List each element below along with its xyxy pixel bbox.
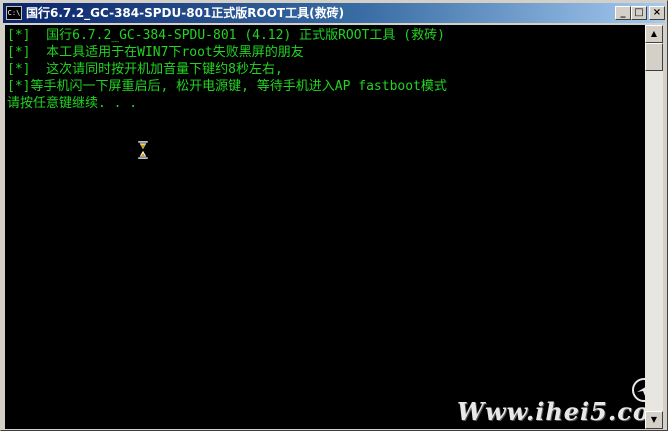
- console-window: C:\ 国行6.7.2_GC-384-SPDU-801正式版ROOT工具(救砖)…: [0, 0, 668, 431]
- console-line: [*] 这次请同时按开机加音量下键约8秒左右,: [7, 62, 283, 77]
- window-title: 国行6.7.2_GC-384-SPDU-801正式版ROOT工具(救砖): [26, 6, 345, 20]
- close-button[interactable]: ×: [649, 6, 665, 20]
- watermark: Www.ihei5.com: [445, 375, 645, 429]
- scroll-up-button[interactable]: ▲: [645, 25, 663, 43]
- console-app-icon[interactable]: C:\: [6, 6, 22, 20]
- console-line: [*]等手机闪一下屏重启后, 松开电源键, 等待手机进入AP fastboot模…: [7, 79, 447, 94]
- scroll-thumb[interactable]: [645, 43, 663, 71]
- maximize-button[interactable]: □: [631, 6, 647, 20]
- hourglass-icon: [138, 141, 148, 159]
- console-line: [*] 本工具适用于在WIN7下root失败黑屏的朋友: [7, 45, 304, 60]
- vertical-scrollbar[interactable]: ▲ ▼: [645, 25, 663, 429]
- console-line: [*] 国行6.7.2_GC-384-SPDU-801 (4.12) 正式版RO…: [7, 28, 445, 43]
- console-line: 请按任意键继续. . .: [7, 96, 138, 111]
- watermark-text: Www.ihei5.com: [457, 397, 645, 426]
- console-output[interactable]: [*] 国行6.7.2_GC-384-SPDU-801 (4.12) 正式版RO…: [5, 25, 645, 429]
- scroll-down-button[interactable]: ▼: [645, 411, 663, 429]
- title-bar[interactable]: C:\ 国行6.7.2_GC-384-SPDU-801正式版ROOT工具(救砖)…: [3, 3, 665, 23]
- minimize-button[interactable]: _: [615, 6, 631, 20]
